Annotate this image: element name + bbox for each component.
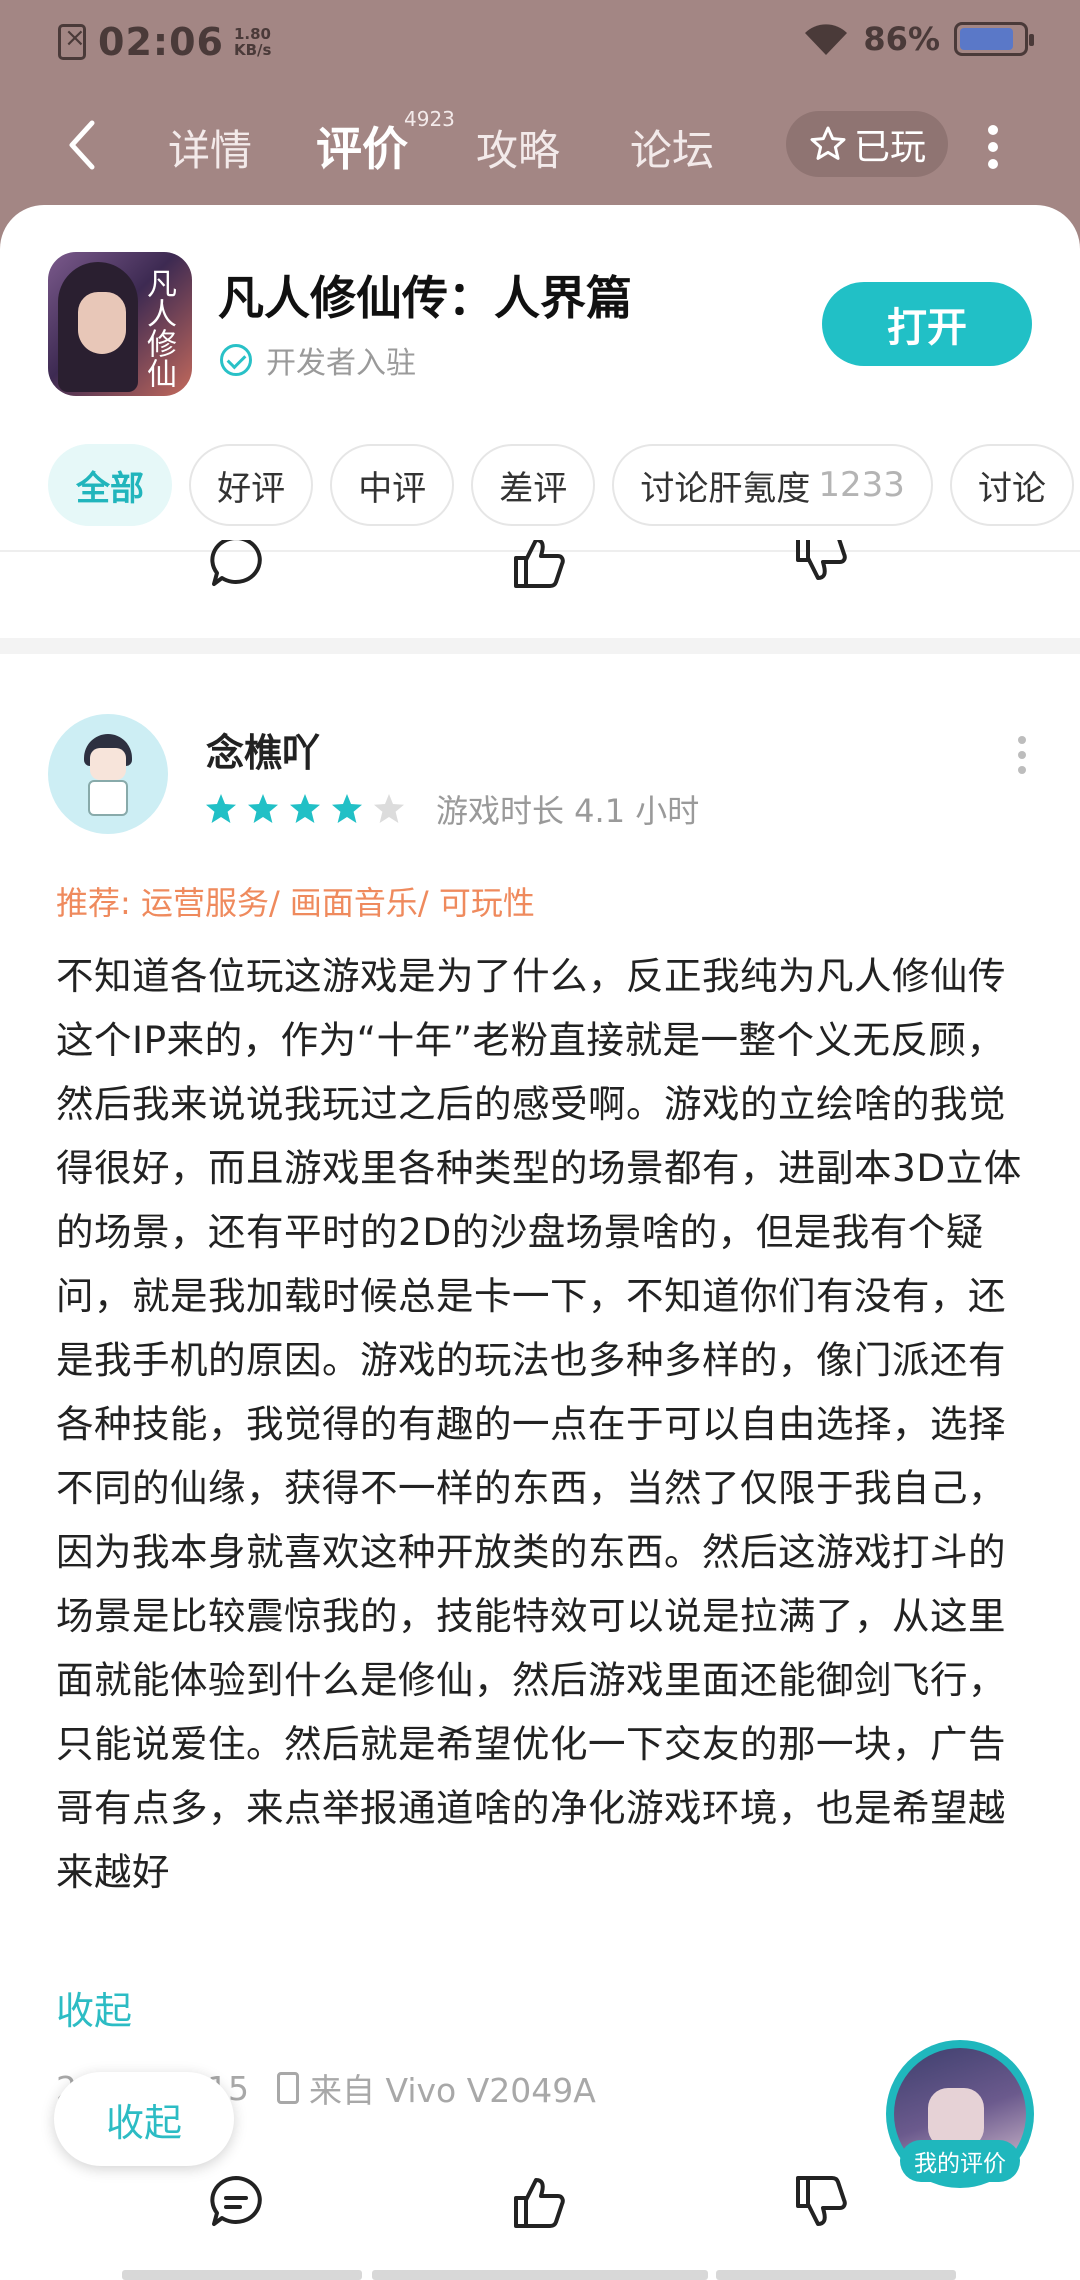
no-sim-icon	[58, 23, 86, 60]
review-more-icon[interactable]	[1016, 736, 1028, 776]
comment-icon[interactable]	[206, 540, 266, 592]
developer-badge: 开发者入驻	[220, 338, 416, 382]
app-title: 凡人修仙传：人界篇	[218, 271, 632, 325]
verified-check-icon	[220, 344, 252, 376]
developer-badge-label: 开发者入驻	[266, 346, 416, 381]
filter-positive[interactable]: 好评	[189, 444, 314, 526]
thumbs-down-icon[interactable]	[790, 2172, 850, 2232]
section-gap	[0, 638, 1080, 654]
filter-grind-cost-count: 1233	[818, 465, 905, 505]
app-icon[interactable]: 凡人修仙	[48, 252, 192, 396]
status-left: 02:06 1.80 KB/s	[58, 20, 271, 64]
review-actions	[0, 2172, 1080, 2242]
collapse-link[interactable]: 收起	[56, 1980, 132, 2035]
thumbs-up-icon[interactable]	[508, 540, 568, 592]
battery-percent: 86%	[863, 20, 940, 58]
tab-reviews-count: 4923	[404, 107, 455, 131]
review-body: 不知道各位玩这游戏是为了什么，反正我纯为凡人修仙传这个IP来的，作为“十年”老粉…	[56, 954, 1022, 1894]
filter-neutral[interactable]: 中评	[330, 444, 455, 526]
back-arrow-icon[interactable]	[60, 117, 110, 173]
tab-reviews[interactable]: 评价	[316, 113, 408, 179]
recommend-tags: 推荐: 运营服务/ 画面音乐/ 可玩性	[56, 884, 535, 922]
filter-negative[interactable]: 差评	[471, 444, 596, 526]
thumbs-down-icon[interactable]	[790, 540, 850, 586]
played-button[interactable]: 已玩	[786, 111, 948, 177]
top-nav: 详情 评价 4923 攻略 论坛 已玩	[0, 95, 1080, 195]
playtime: 游戏时长 4.1 小时	[436, 792, 700, 830]
star-filled-icon	[332, 794, 362, 823]
filter-positive-label: 好评	[217, 468, 286, 509]
tab-details[interactable]: 详情	[168, 117, 252, 178]
star-filled-icon	[206, 794, 236, 823]
bottom-indicator	[372, 2270, 708, 2280]
open-button[interactable]: 打开	[822, 282, 1032, 366]
star-empty-icon	[374, 794, 404, 823]
bottom-indicator	[122, 2270, 362, 2280]
battery-icon	[954, 22, 1034, 56]
review-author[interactable]: 念樵吖	[206, 722, 320, 777]
filter-all[interactable]: 全部	[48, 444, 172, 526]
filter-discuss-label: 讨论	[978, 468, 1046, 509]
phone-icon	[277, 2072, 299, 2104]
filter-grind-cost[interactable]: 讨论肝氪度 1233	[612, 444, 933, 526]
previous-review-actions	[0, 540, 1080, 600]
more-vertical-icon[interactable]	[986, 125, 1000, 169]
tab-guides[interactable]: 攻略	[476, 117, 560, 178]
network-speed-unit: KB/s	[233, 41, 272, 59]
thumbs-up-icon[interactable]	[508, 2172, 568, 2232]
network-speed-value: 1.80	[233, 25, 271, 43]
filter-neutral-label: 中评	[358, 468, 427, 509]
comment-icon[interactable]	[206, 2172, 266, 2232]
filter-discuss[interactable]: 讨论	[950, 444, 1074, 526]
status-time: 02:06	[98, 20, 224, 64]
filter-negative-label: 差评	[499, 468, 568, 509]
tab-forum[interactable]: 论坛	[630, 117, 714, 178]
app-icon-calligraphy: 凡人修仙	[141, 268, 176, 388]
star-filled-icon	[290, 794, 320, 823]
star-filled-icon	[248, 794, 278, 823]
star-outline-icon	[810, 126, 846, 160]
review-device: 来自 Vivo V2049A	[309, 2071, 596, 2110]
bottom-indicator	[716, 2270, 956, 2280]
filter-grind-cost-label: 讨论肝氪度	[640, 468, 811, 509]
network-speed: 1.80 KB/s	[234, 26, 271, 58]
floating-collapse-button[interactable]: 收起	[54, 2072, 234, 2166]
review-filter-bar: 全部 好评 中评 差评 讨论肝氪度 1233 讨论	[48, 444, 1080, 526]
status-bar: 02:06 1.80 KB/s 86%	[0, 0, 1080, 84]
rating-stars: 游戏时长 4.1 小时	[204, 786, 699, 832]
status-right: 86%	[803, 20, 1034, 58]
avatar[interactable]	[48, 714, 168, 834]
filter-all-label: 全部	[76, 468, 144, 509]
wifi-icon	[805, 24, 848, 55]
played-label: 已玩	[853, 127, 926, 168]
